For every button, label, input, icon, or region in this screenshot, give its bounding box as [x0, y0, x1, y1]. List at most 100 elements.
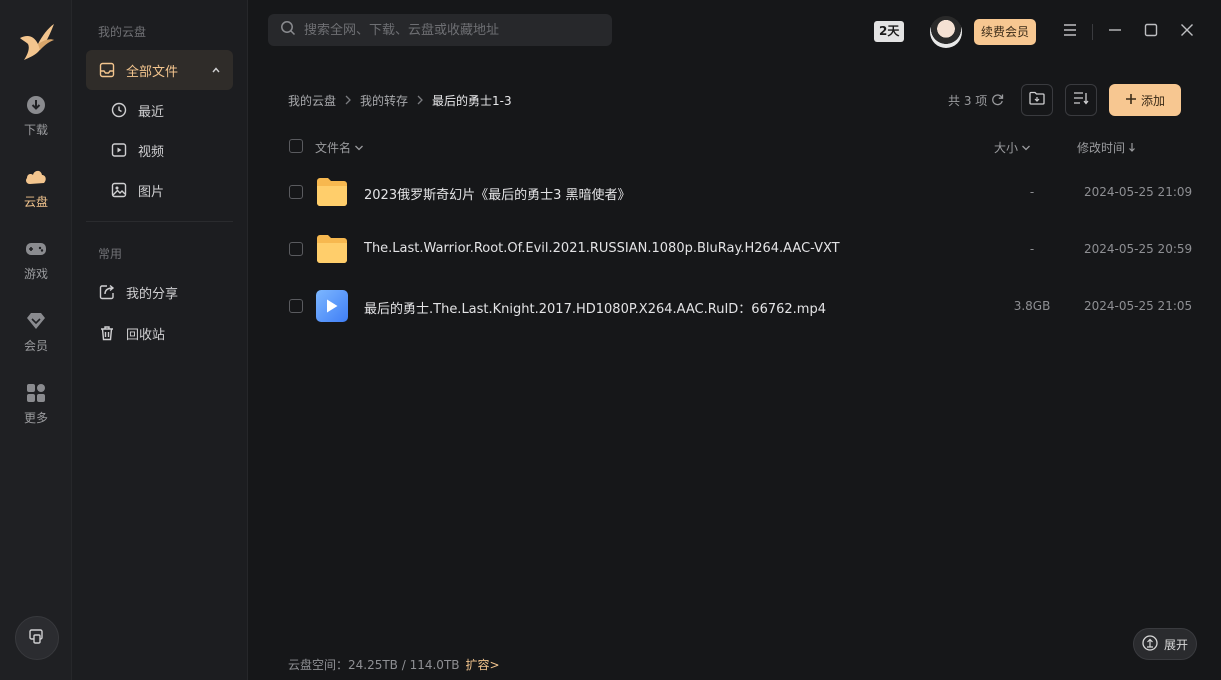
diamond-icon — [25, 310, 47, 332]
apps-grid-icon — [25, 382, 47, 404]
app-logo-icon[interactable] — [14, 18, 58, 62]
section-title-common: 常用 — [98, 247, 123, 261]
folder-move-icon — [1029, 91, 1045, 109]
column-label-time: 修改时间 — [1077, 141, 1126, 155]
chevron-right-icon — [344, 94, 352, 108]
table-row[interactable]: The.Last.Warrior.Root.Of.Evil.2021.RUSSI… — [272, 221, 1202, 277]
rail-item-more[interactable]: 更多 — [0, 382, 72, 438]
cloud-icon — [25, 166, 47, 188]
storage-usage-text: 云盘空间：24.25TB / 114.0TB — [288, 658, 460, 672]
folder-icon — [316, 234, 348, 264]
minimize-button[interactable] — [1105, 22, 1125, 42]
expand-transfer-panel-button[interactable]: 展开 — [1133, 628, 1197, 660]
row-checkbox[interactable] — [289, 299, 303, 313]
renew-vip-button[interactable]: 续费会员 — [974, 19, 1037, 45]
share-icon — [98, 283, 116, 301]
cloud-sidebar: 我的云盘 全部文件 最近 视频 图片 常用 我的分享 回收站 — [72, 0, 248, 680]
download-icon — [25, 94, 47, 116]
inbox-icon — [98, 61, 116, 79]
file-modified-time: 2024-05-25 20:59 — [1084, 242, 1193, 256]
trash-icon — [98, 324, 116, 342]
sidebar-item-my-share[interactable]: 我的分享 — [86, 272, 233, 312]
storage-usage: 云盘空间：24.25TB / 114.0TB 扩容> — [288, 656, 500, 673]
chevron-down-icon — [1021, 141, 1031, 155]
vip-days-badge[interactable]: 2天 — [874, 21, 905, 42]
new-folder-button[interactable] — [1021, 84, 1053, 116]
rail-item-games[interactable]: 游戏 — [0, 238, 72, 294]
close-button[interactable] — [1177, 22, 1197, 42]
breadcrumb-item-current: 最后的勇士1-3 — [432, 94, 512, 108]
maximize-icon — [1144, 23, 1158, 41]
minimize-icon — [1108, 23, 1122, 41]
plus-icon — [1125, 93, 1137, 108]
breadcrumb-item-my-cloud[interactable]: 我的云盘 — [288, 92, 336, 109]
search-box[interactable] — [268, 14, 612, 46]
add-button-label: 添加 — [1140, 93, 1165, 108]
device-switch-icon — [28, 627, 46, 649]
image-icon — [110, 181, 128, 199]
sidebar-divider — [86, 221, 233, 222]
upload-circle-icon — [1142, 634, 1158, 654]
file-size: - — [1029, 242, 1035, 256]
sidebar-label-all-files: 全部文件 — [126, 64, 179, 80]
row-checkbox[interactable] — [289, 185, 303, 199]
chevron-up-icon[interactable] — [211, 64, 221, 79]
sidebar-item-all-files[interactable]: 全部文件 — [86, 50, 233, 90]
expand-capacity-link[interactable]: 扩容> — [466, 658, 500, 672]
column-header-time[interactable]: 修改时间 — [1077, 139, 1136, 156]
sidebar-label-images: 图片 — [138, 184, 165, 200]
table-row[interactable]: 最后的勇士.The.Last.Knight.2017.HD1080P.X264.… — [272, 278, 1202, 334]
row-checkbox[interactable] — [289, 242, 303, 256]
table-row[interactable]: 2023俄罗斯奇幻片《最后的勇士3 黑暗使者》 - 2024-05-25 21:… — [272, 164, 1202, 220]
sidebar-label-recent: 最近 — [138, 104, 165, 120]
maximize-button[interactable] — [1141, 22, 1161, 42]
sidebar-label-recycle-bin: 回收站 — [126, 327, 166, 343]
file-name[interactable]: The.Last.Warrior.Root.Of.Evil.2021.RUSSI… — [364, 241, 840, 256]
sort-button[interactable] — [1065, 84, 1097, 116]
file-modified-time: 2024-05-25 21:09 — [1084, 185, 1193, 199]
sidebar-item-images[interactable]: 图片 — [98, 170, 233, 210]
menu-button[interactable] — [1060, 22, 1080, 42]
sidebar-item-video[interactable]: 视频 — [98, 130, 233, 170]
rail-item-cloud[interactable]: 云盘 — [0, 166, 72, 222]
sidebar-item-recycle-bin[interactable]: 回收站 — [86, 313, 233, 353]
file-modified-time: 2024-05-25 21:05 — [1084, 299, 1193, 313]
close-icon — [1180, 23, 1194, 41]
file-name[interactable]: 2023俄罗斯奇幻片《最后的勇士3 黑暗使者》 — [364, 184, 631, 203]
breadcrumb: 我的云盘 我的转存 最后的勇士1-3 — [288, 92, 512, 109]
app-rail: 下载 云盘 游戏 会员 更多 — [0, 0, 72, 680]
gamepad-icon — [25, 238, 47, 260]
item-count: 共 3 项 — [948, 92, 1004, 109]
column-header-size[interactable]: 大小 — [994, 139, 1031, 156]
window-controls-divider — [1092, 24, 1093, 40]
search-input[interactable] — [304, 22, 594, 38]
device-switch-button[interactable] — [15, 616, 59, 660]
chevron-right-icon — [416, 94, 424, 108]
file-size: 3.8GB — [1013, 299, 1051, 313]
item-count-text: 共 3 项 — [948, 94, 988, 108]
file-size: - — [1029, 185, 1035, 199]
sidebar-item-recent[interactable]: 最近 — [98, 90, 233, 130]
sidebar-label-my-share: 我的分享 — [126, 286, 179, 302]
arrow-down-icon — [1128, 141, 1136, 155]
video-icon — [110, 141, 128, 159]
rail-item-download[interactable]: 下载 — [0, 94, 72, 150]
avatar[interactable] — [930, 16, 962, 48]
clock-icon — [110, 101, 128, 119]
folder-icon — [316, 177, 348, 207]
add-button[interactable]: 添加 — [1109, 84, 1181, 116]
rail-label-cloud: 云盘 — [23, 195, 48, 209]
rail-label-more: 更多 — [23, 411, 48, 425]
file-name[interactable]: 最后的勇士.The.Last.Knight.2017.HD1080P.X264.… — [364, 298, 826, 317]
column-label-name: 文件名 — [315, 141, 352, 155]
select-all-checkbox[interactable] — [289, 139, 303, 153]
hamburger-menu-icon — [1062, 23, 1078, 41]
column-label-size: 大小 — [994, 141, 1019, 155]
refresh-icon[interactable] — [991, 93, 1004, 109]
sidebar-label-video: 视频 — [138, 144, 165, 160]
rail-item-vip[interactable]: 会员 — [0, 310, 72, 366]
column-header-name[interactable]: 文件名 — [315, 139, 364, 156]
sort-list-icon — [1073, 91, 1089, 109]
breadcrumb-item-my-transfer[interactable]: 我的转存 — [360, 92, 408, 109]
rail-label-vip: 会员 — [23, 339, 48, 353]
